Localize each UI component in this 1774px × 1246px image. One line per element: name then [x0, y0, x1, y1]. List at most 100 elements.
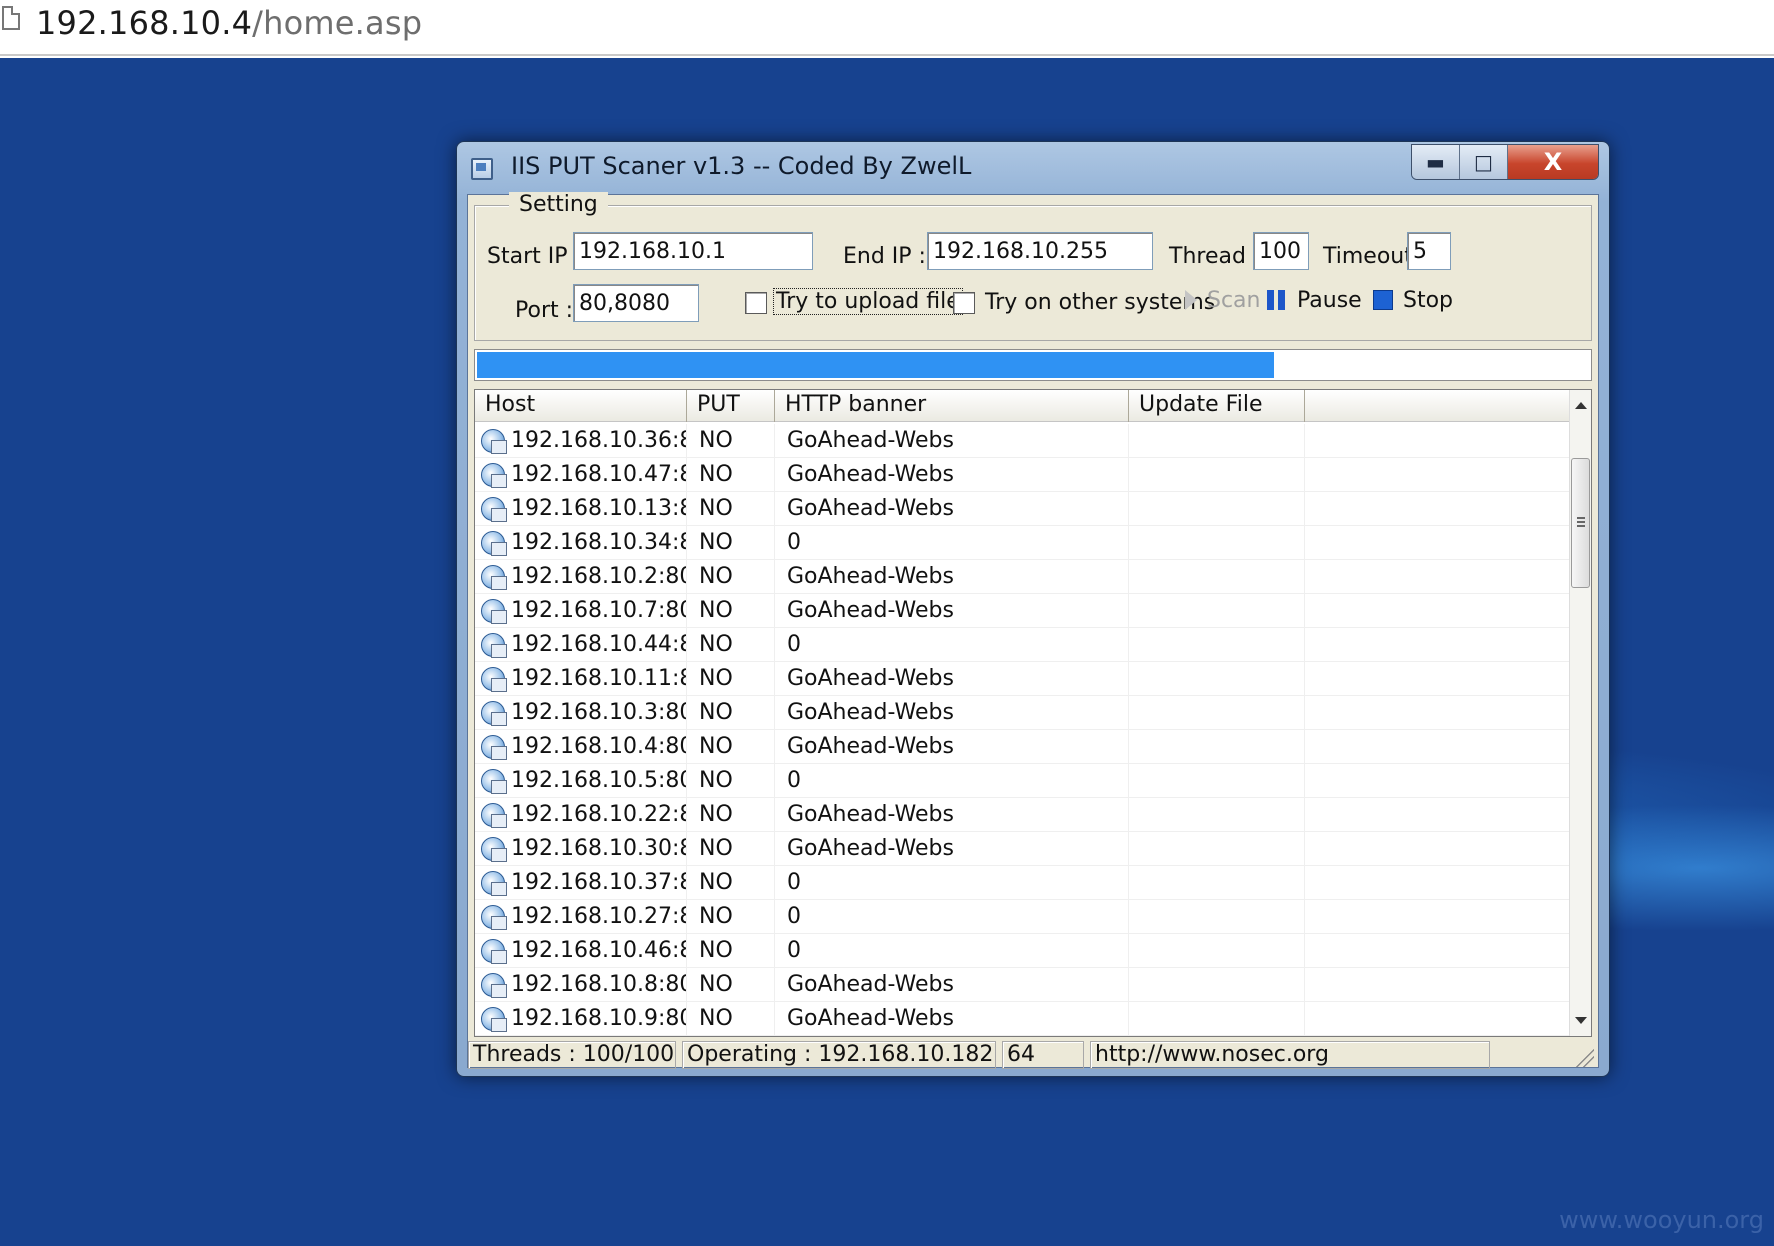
put-cell: NO — [687, 729, 775, 764]
browser-address-bar[interactable]: 192.168.10.4/home.asp — [0, 0, 1774, 56]
empty-cell — [1305, 628, 1569, 662]
end-ip-input[interactable] — [927, 232, 1153, 270]
network-host-icon — [479, 665, 507, 693]
network-host-icon — [479, 461, 507, 489]
thread-input[interactable] — [1253, 232, 1309, 270]
app-icon[interactable] — [471, 158, 493, 180]
network-host-icon — [479, 1005, 507, 1033]
scroll-down-arrow-icon[interactable] — [1575, 1017, 1587, 1024]
http-banner-cell: GoAhead-Webs — [775, 729, 1129, 764]
pause-button[interactable]: Pause — [1297, 288, 1362, 313]
network-host-icon — [479, 427, 507, 455]
start-ip-label: Start IP : — [487, 244, 582, 269]
table-row[interactable]: 192.168.10.37:80NO0 — [475, 865, 1569, 900]
resize-grip-icon[interactable] — [1574, 1047, 1594, 1067]
table-row[interactable]: 192.168.10.27:80NO0 — [475, 899, 1569, 934]
network-host-icon — [479, 529, 507, 557]
port-label: Port : — [515, 298, 574, 323]
host-cell: 192.168.10.22:80 — [475, 797, 687, 832]
title-bar[interactable]: IIS PUT Scaner v1.3 -- Coded By ZwelL ▬ … — [457, 142, 1609, 194]
table-row[interactable]: 192.168.10.47:80NOGoAhead-Webs — [475, 457, 1569, 492]
put-cell: NO — [687, 899, 775, 934]
table-row[interactable]: 192.168.10.30:80NOGoAhead-Webs — [475, 831, 1569, 866]
column-header-host[interactable]: Host — [475, 390, 687, 422]
scan-button[interactable]: Scan — [1207, 288, 1261, 313]
try-other-systems-label[interactable]: Try on other systems — [985, 290, 1215, 315]
network-host-icon — [479, 835, 507, 863]
status-site: http://www.nosec.org — [1090, 1041, 1490, 1069]
empty-cell — [1305, 696, 1569, 730]
empty-cell — [1305, 968, 1569, 1002]
table-row[interactable]: 192.168.10.11:80NOGoAhead-Webs — [475, 661, 1569, 696]
http-banner-cell: GoAhead-Webs — [775, 831, 1129, 866]
table-row[interactable]: 192.168.10.9:80 NO GoAhead-Webs — [475, 1001, 1569, 1036]
host-cell: 192.168.10.11:80 — [475, 661, 687, 696]
timeout-input[interactable] — [1407, 232, 1451, 270]
update-file-cell — [1129, 627, 1305, 662]
host-text: 192.168.10.2:80 — [511, 563, 687, 589]
host-cell: 192.168.10.3:80 — [475, 695, 687, 730]
update-file-cell — [1129, 1001, 1305, 1036]
host-cell: 192.168.10.30:80 — [475, 831, 687, 866]
put-cell: NO — [687, 423, 775, 458]
table-row[interactable]: 192.168.10.4:80 NO GoAhead-Webs — [475, 729, 1569, 764]
empty-cell — [1305, 1002, 1569, 1036]
update-file-cell — [1129, 559, 1305, 594]
empty-cell — [1305, 934, 1569, 968]
update-file-cell — [1129, 525, 1305, 560]
put-cell: NO — [687, 967, 775, 1002]
try-other-systems-checkbox[interactable] — [953, 292, 975, 314]
http-banner-cell: 0 — [775, 865, 1129, 900]
table-row[interactable]: 192.168.10.8:80 NO GoAhead-Webs — [475, 967, 1569, 1002]
empty-cell — [1305, 866, 1569, 900]
table-row[interactable]: 192.168.10.7:80 NO GoAhead-Webs — [475, 593, 1569, 628]
host-cell: 192.168.10.4:80 — [475, 729, 687, 764]
port-input[interactable] — [573, 284, 699, 322]
table-row[interactable]: 192.168.10.3:80 NO GoAhead-Webs — [475, 695, 1569, 730]
host-text: 192.168.10.36:80 — [511, 427, 686, 453]
column-header-http-banner[interactable]: HTTP banner — [775, 390, 1129, 422]
put-cell: NO — [687, 797, 775, 832]
table-row[interactable]: 192.168.10.46:80NO0 — [475, 933, 1569, 968]
try-upload-checkbox[interactable] — [745, 292, 767, 314]
results-list[interactable]: Host PUT HTTP banner Update File 192.168… — [474, 389, 1592, 1037]
thread-label: Thread : — [1169, 244, 1261, 269]
close-button[interactable]: X — [1508, 145, 1598, 179]
status-count: 64 — [1002, 1041, 1084, 1069]
status-operating: Operating : 192.168.10.182 — [682, 1041, 996, 1069]
empty-cell — [1305, 458, 1569, 492]
list-vertical-scrollbar[interactable] — [1569, 390, 1591, 1036]
put-cell: NO — [687, 1001, 775, 1036]
maximize-button[interactable]: □ — [1460, 145, 1508, 179]
table-row[interactable]: 192.168.10.5:80 NO 0 — [475, 763, 1569, 798]
update-file-cell — [1129, 865, 1305, 900]
address-url[interactable]: 192.168.10.4/home.asp — [36, 4, 422, 42]
try-upload-label[interactable]: Try to upload file — [773, 288, 963, 315]
column-header-put[interactable]: PUT — [687, 390, 775, 422]
update-file-cell — [1129, 593, 1305, 628]
table-row[interactable]: 192.168.10.2:80 NO GoAhead-Webs — [475, 559, 1569, 594]
empty-cell — [1305, 424, 1569, 458]
http-banner-cell: GoAhead-Webs — [775, 423, 1129, 458]
network-host-icon — [479, 801, 507, 829]
host-cell: 192.168.10.44:80 — [475, 627, 687, 662]
table-row[interactable]: 192.168.10.34:80NO0 — [475, 525, 1569, 560]
table-row[interactable]: 192.168.10.36:80NOGoAhead-Webs — [475, 423, 1569, 458]
status-bar: Threads : 100/100 Operating : 192.168.10… — [468, 1041, 1598, 1069]
stop-button[interactable]: Stop — [1403, 288, 1453, 313]
table-row[interactable]: 192.168.10.22:80NOGoAhead-Webs — [475, 797, 1569, 832]
table-row[interactable]: 192.168.10.44:80NO0 — [475, 627, 1569, 662]
host-cell: 192.168.10.37:80 — [475, 865, 687, 900]
scroll-thumb[interactable] — [1571, 458, 1590, 588]
setting-group: Setting Start IP : End IP : Thread : Tim… — [474, 192, 1592, 341]
update-file-cell — [1129, 763, 1305, 798]
scroll-up-arrow-icon[interactable] — [1575, 402, 1587, 409]
http-banner-cell: GoAhead-Webs — [775, 1001, 1129, 1036]
minimize-button[interactable]: ▬ — [1412, 145, 1460, 179]
empty-cell — [1305, 662, 1569, 696]
start-ip-input[interactable] — [573, 232, 813, 270]
column-header-update-file[interactable]: Update File — [1129, 390, 1305, 422]
setting-legend: Setting — [509, 192, 608, 217]
column-header-empty[interactable] — [1305, 390, 1569, 422]
table-row[interactable]: 192.168.10.13:80NOGoAhead-Webs — [475, 491, 1569, 526]
